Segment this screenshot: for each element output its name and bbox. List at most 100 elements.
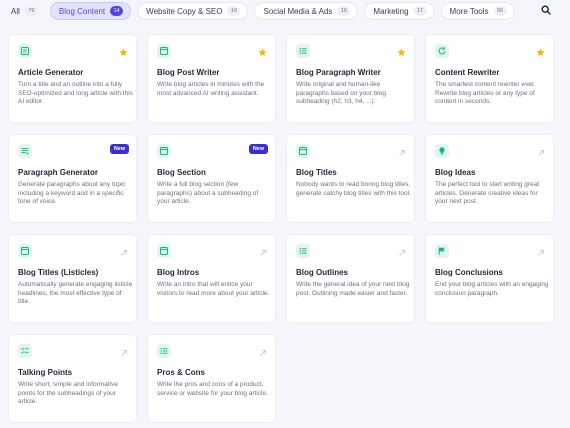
filter-blog-content[interactable]: Blog Content 14 <box>49 2 132 20</box>
bulb-icon <box>439 147 445 155</box>
tool-icon-badge <box>296 144 310 158</box>
tool-title: Blog Section <box>157 168 206 177</box>
filter-social-media-ads[interactable]: Social Media & Ads 16 <box>254 2 359 20</box>
tool-icon-badge <box>18 344 32 358</box>
tool-title: Blog Ideas <box>435 168 476 177</box>
favorite-star[interactable] <box>258 44 267 62</box>
tool-card[interactable]: Pros & Cons Write the pros and cons of a … <box>147 334 276 423</box>
open-arrow <box>259 244 267 262</box>
tool-card[interactable]: New Blog Section Write a full blog section… <box>147 134 276 223</box>
window-icon <box>21 247 29 255</box>
tool-title: Blog Intros <box>157 268 200 277</box>
tool-title: Blog Conclusions <box>435 268 503 277</box>
open-arrow <box>537 144 545 162</box>
open-arrow <box>537 244 545 262</box>
tool-icon-badge <box>296 44 310 58</box>
window-icon <box>160 147 168 155</box>
tool-icon-badge <box>435 144 449 158</box>
tool-card[interactable]: Blog Outlines Write the general idea of y… <box>286 234 415 323</box>
filter-more-tools[interactable]: More Tools 56 <box>440 2 515 20</box>
filter-website-copy-seo[interactable]: Website Copy & SEO 16 <box>137 2 249 20</box>
filter-label: Marketing <box>373 6 409 16</box>
tool-description: Automatically generate engaging listicle… <box>18 281 133 306</box>
refresh-icon <box>438 47 446 55</box>
tool-description: Write short, simple and informative poin… <box>18 381 118 406</box>
arrow-up-right-icon <box>260 350 266 356</box>
filter-count: 14 <box>110 6 124 16</box>
tool-icon-badge <box>18 44 32 58</box>
tool-icon-badge <box>296 244 310 258</box>
tool-description: End your blog articles with an engaging … <box>435 281 549 297</box>
open-arrow <box>120 344 128 362</box>
filter-all[interactable]: All 79 <box>6 2 46 20</box>
tool-icon-badge <box>157 144 171 158</box>
tool-description: Generate paragraphs about any topic incl… <box>18 181 126 206</box>
tool-title: Blog Titles (Listicles) <box>18 268 99 277</box>
arrow-up-right-icon <box>260 250 266 256</box>
window-icon <box>299 147 307 155</box>
tool-card[interactable]: Content Rewriter The smartest content rew… <box>425 34 554 123</box>
open-arrow <box>259 344 267 362</box>
tool-title: Pros & Cons <box>157 368 206 377</box>
filter-count: 56 <box>493 6 507 16</box>
tool-card[interactable]: Talking Points Write short, simple and in… <box>8 334 137 423</box>
filter-count: 17 <box>413 6 427 16</box>
tool-card[interactable]: Blog Conclusions End your blog articles w… <box>425 234 554 323</box>
tool-card[interactable]: Article Generator Turn a title and an out… <box>8 34 137 123</box>
tool-card[interactable]: Blog Titles Nobody wants to read boring b… <box>286 134 415 223</box>
tool-card[interactable]: Blog Titles (Listicles) Automatically gen… <box>8 234 137 323</box>
open-arrow <box>398 144 406 162</box>
tool-description: The smartest content rewriter ever. Rewr… <box>435 81 536 106</box>
tool-description: Nobody wants to read boring blog titles,… <box>296 181 411 197</box>
list-icon <box>299 248 307 254</box>
tool-icon-badge <box>18 244 32 258</box>
tool-description: Write original and human-like paragraphs… <box>296 81 386 106</box>
search-button[interactable] <box>536 1 556 19</box>
tool-icon-badge <box>157 344 171 358</box>
filter-count: 16 <box>337 6 351 16</box>
star-icon[interactable] <box>397 48 406 57</box>
favorite-star[interactable] <box>119 44 128 62</box>
star-icon[interactable] <box>536 48 545 57</box>
tool-icon-badge <box>157 44 171 58</box>
tool-title: Content Rewriter <box>435 68 500 77</box>
tool-card[interactable]: New Paragraph Generator Generate paragraph… <box>8 134 137 223</box>
tool-title: Article Generator <box>18 68 84 77</box>
tool-description: Write an intro that will entice your vis… <box>157 281 270 297</box>
filter-count: 16 <box>227 6 241 16</box>
tool-title: Blog Post Writer <box>157 68 220 77</box>
tool-card[interactable]: Blog Paragraph Writer Write original and … <box>286 34 415 123</box>
tool-title: Paragraph Generator <box>18 168 99 177</box>
tool-icon-badge <box>435 244 449 258</box>
arrow-up-right-icon <box>399 250 405 256</box>
favorite-star[interactable] <box>397 44 406 62</box>
filter-marketing[interactable]: Marketing 17 <box>364 2 435 20</box>
tool-icon-badge <box>157 244 171 258</box>
tool-card[interactable]: Blog Post Writer Write blog articles in m… <box>147 34 276 123</box>
flag-icon <box>438 247 445 255</box>
favorite-star[interactable] <box>536 44 545 62</box>
tool-description: Turn a title and an outline into a fully… <box>18 81 133 106</box>
new-badge: New <box>109 144 129 154</box>
tool-icon-badge <box>435 44 449 58</box>
open-arrow <box>120 244 128 262</box>
tool-card[interactable]: Blog Ideas The perfect tool to start writ… <box>425 134 554 223</box>
filter-count: 79 <box>24 6 38 16</box>
tool-icon-badge <box>18 144 32 158</box>
tool-description: Write the pros and cons of a product, se… <box>157 381 268 397</box>
category-filter-bar: All 79 Blog Content 14 Website Copy & SE… <box>0 0 570 22</box>
tool-description: Write blog articles in minutes with the … <box>157 81 265 97</box>
tool-card[interactable]: Blog Intros Write an intro that will enti… <box>147 234 276 323</box>
arrow-up-right-icon <box>399 150 405 156</box>
open-arrow <box>398 244 406 262</box>
paragraph-icon <box>21 148 29 155</box>
list-icon <box>160 348 168 354</box>
filter-label: Blog Content <box>58 6 106 16</box>
star-icon[interactable] <box>258 48 267 57</box>
star-icon[interactable] <box>119 48 128 57</box>
arrow-up-right-icon <box>121 250 127 256</box>
filter-label: More Tools <box>449 6 489 16</box>
document-icon <box>21 47 29 55</box>
tool-description: Write the general idea of your next blog… <box>296 281 410 297</box>
list-icon <box>299 48 307 54</box>
